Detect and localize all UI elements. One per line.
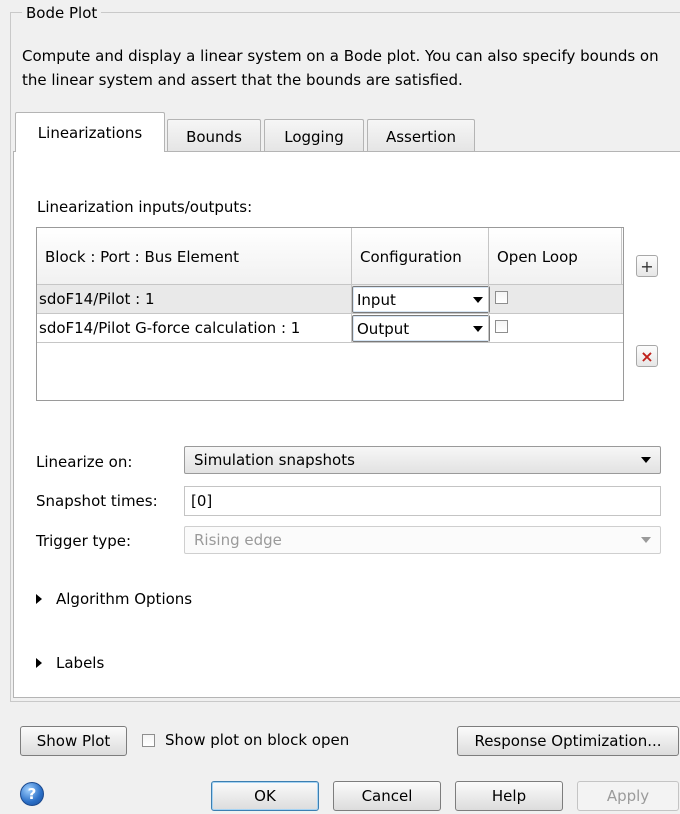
io-table: Block : Port : Bus Element Configuration… [36, 227, 624, 401]
help-button[interactable]: Help [455, 781, 563, 811]
trigger-type-dropdown[interactable]: Rising edge [184, 526, 661, 554]
table-row[interactable]: sdoF14/Pilot G-force calculation : 1 Out… [37, 314, 623, 343]
open-loop-checkbox[interactable] [495, 320, 508, 333]
column-separator [488, 285, 489, 343]
io-label: Linearization inputs/outputs: [37, 198, 253, 216]
row-configuration-value: Output [357, 319, 410, 338]
chevron-down-icon [641, 457, 651, 463]
row-block-cell[interactable]: sdoF14/Pilot G-force calculation : 1 [37, 314, 351, 342]
ok-label: OK [254, 787, 276, 805]
remove-signal-button[interactable]: × [636, 345, 658, 367]
snapshot-times-field[interactable]: [0] [184, 486, 661, 516]
expand-arrow-icon [36, 658, 42, 668]
column-separator [351, 285, 352, 343]
tab-bounds-label: Bounds [186, 127, 242, 146]
linearize-on-value: Simulation snapshots [194, 451, 355, 469]
table-header: Block : Port : Bus Element Configuration… [37, 228, 623, 285]
table-row[interactable]: sdoF14/Pilot : 1 Input [37, 285, 623, 314]
group-description: Compute and display a linear system on a… [22, 47, 659, 89]
row-configuration-combo[interactable]: Input [352, 286, 490, 313]
linearize-on-label: Linearize on: [36, 453, 133, 471]
algorithm-options-toggle[interactable]: Algorithm Options [36, 590, 192, 608]
open-loop-checkbox[interactable] [495, 291, 508, 304]
cancel-button[interactable]: Cancel [333, 781, 441, 811]
show-plot-label: Show Plot [36, 732, 111, 750]
row-configuration-combo[interactable]: Output [352, 315, 490, 342]
apply-button[interactable]: Apply [577, 781, 679, 811]
trigger-type-label: Trigger type: [36, 532, 132, 550]
response-optimization-button[interactable]: Response Optimization... [457, 726, 679, 756]
apply-label: Apply [606, 787, 650, 805]
add-signal-button[interactable]: + [636, 255, 658, 277]
labels-toggle[interactable]: Labels [36, 654, 104, 672]
tab-assertion-label: Assertion [385, 127, 457, 146]
linearize-on-dropdown[interactable]: Simulation snapshots [184, 446, 661, 474]
tab-linearizations-label: Linearizations [37, 123, 143, 142]
column-header-open-loop[interactable]: Open Loop [489, 228, 623, 285]
tab-linearizations[interactable]: Linearizations [15, 112, 165, 152]
response-optimization-label: Response Optimization... [474, 732, 662, 750]
show-plot-on-open-checkbox[interactable] [142, 733, 155, 747]
snapshot-times-label: Snapshot times: [36, 492, 158, 510]
column-header-configuration[interactable]: Configuration [352, 228, 488, 285]
tab-logging[interactable]: Logging [264, 119, 364, 153]
cancel-label: Cancel [361, 787, 413, 805]
ok-button[interactable]: OK [211, 781, 319, 811]
labels-label: Labels [56, 654, 105, 672]
snapshot-times-value: [0] [191, 492, 213, 510]
chevron-down-icon [473, 325, 483, 332]
chevron-down-icon [473, 296, 483, 303]
column-separator [621, 228, 622, 285]
expand-arrow-icon [36, 594, 42, 604]
column-separator [351, 228, 352, 285]
row-block-cell[interactable]: sdoF14/Pilot : 1 [37, 285, 351, 313]
tab-logging-label: Logging [284, 127, 344, 146]
help-icon-glyph: ? [27, 785, 37, 803]
column-separator [488, 228, 489, 285]
show-plot-button[interactable]: Show Plot [20, 726, 127, 756]
group-title: Bode Plot [22, 4, 102, 22]
delete-icon: × [640, 346, 654, 366]
tab-bounds[interactable]: Bounds [167, 119, 261, 153]
show-plot-on-open-label: Show plot on block open [165, 731, 350, 749]
show-plot-on-open-option[interactable]: Show plot on block open [142, 731, 349, 749]
column-header-block[interactable]: Block : Port : Bus Element [37, 228, 351, 285]
plus-icon: + [640, 256, 654, 276]
help-icon[interactable]: ? [20, 782, 44, 806]
algorithm-options-label: Algorithm Options [56, 590, 193, 608]
trigger-type-value: Rising edge [194, 531, 282, 549]
row-configuration-value: Input [357, 290, 396, 309]
chevron-down-icon [641, 537, 651, 543]
tab-assertion[interactable]: Assertion [367, 119, 475, 153]
help-label: Help [491, 787, 527, 805]
